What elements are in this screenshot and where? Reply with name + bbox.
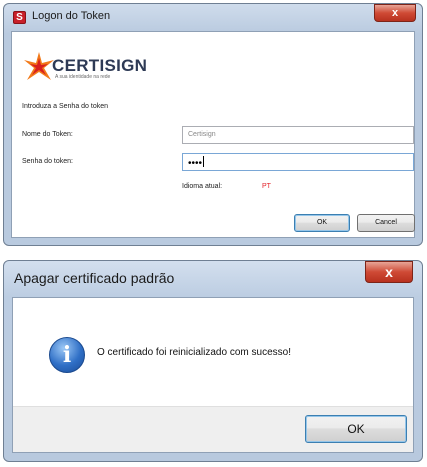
message-text: O certificado foi reinicializado com suc… [97,347,291,358]
certisign-app-icon: S [13,11,26,24]
ok-button[interactable]: OK [305,415,407,443]
ok-button[interactable]: OK [294,214,350,232]
button-footer: OK [13,406,413,452]
text-caret [203,156,205,167]
logon-token-dialog: S Logon do Token x CERTISIGN A sua ident… [3,3,423,246]
message-dialog: Apagar certificado padrão x i O certific… [3,260,423,462]
token-name-field[interactable]: Certisign [182,126,414,144]
password-field[interactable]: •••• [182,153,414,171]
logo-tagline: A sua identidade na rede [55,74,111,80]
cancel-button[interactable]: Cancel [357,214,415,232]
dialog-title: Logon do Token [32,10,111,22]
dialog-title: Apagar certificado padrão [14,270,175,286]
language-value: PT [262,183,271,190]
close-button[interactable]: x [374,4,416,22]
dialog-body: CERTISIGN A sua identidade na rede Intro… [11,31,415,238]
info-icon: i [49,337,85,373]
token-name-label: Nome do Token: [22,131,73,138]
logo-name: CERTISIGN [52,56,148,75]
dialog-body: i O certificado foi reinicializado com s… [12,297,414,453]
intro-text: Introduza a Senha do token [22,103,109,110]
certisign-logo: CERTISIGN A sua identidade na rede [22,50,147,86]
certisign-star-icon [24,52,54,80]
password-value: •••• [188,158,203,169]
title-bar[interactable]: S Logon do Token x [4,4,422,31]
title-bar[interactable]: Apagar certificado padrão x [4,261,422,297]
password-label: Senha do token: [22,158,73,165]
language-label: Idioma atual: [182,183,223,190]
close-button[interactable]: x [365,261,413,283]
